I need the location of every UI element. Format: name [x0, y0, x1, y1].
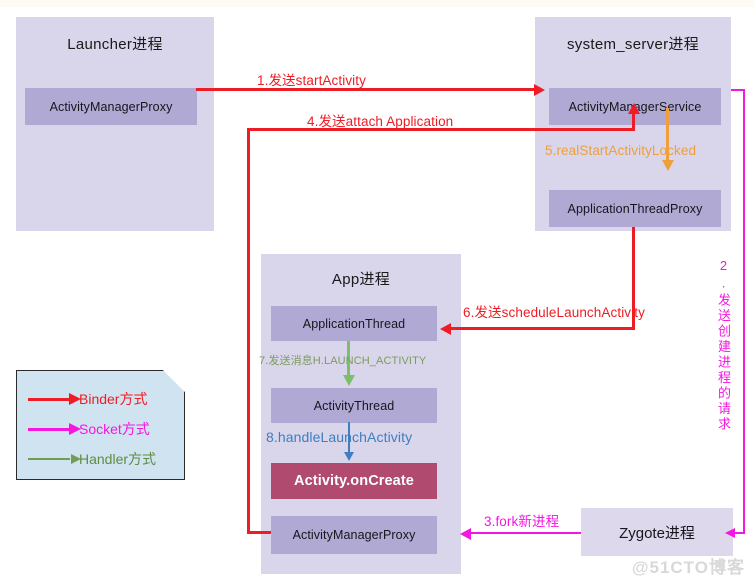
legend-item-binder: Binder方式	[28, 390, 147, 408]
application-thread[interactable]: ApplicationThread	[271, 306, 437, 341]
arrow-5-label: 5.realStartActivityLocked	[545, 143, 697, 158]
arrow-8-head-icon	[344, 452, 354, 461]
arrow-1-label: 1.发送startActivity	[257, 73, 366, 88]
process-launcher: Launcher进程 ActivityManagerProxy	[16, 17, 214, 231]
arrow-4-seg-b	[247, 128, 250, 534]
arrow-1-line	[196, 88, 536, 91]
handler-arrow-icon	[28, 454, 81, 464]
process-launcher-title: Launcher进程	[67, 36, 163, 53]
legend-label-socket: Socket方式	[79, 421, 150, 437]
process-system-server-title: system_server进程	[566, 36, 700, 53]
arrow-3-line	[470, 532, 581, 534]
app-activity-manager-proxy[interactable]: ActivityManagerProxy	[271, 516, 437, 554]
arrow-6-head-icon	[440, 322, 451, 335]
launcher-activity-manager-proxy[interactable]: ActivityManagerProxy	[25, 88, 197, 125]
application-thread-proxy[interactable]: ApplicationThreadProxy	[549, 190, 721, 227]
arrow-4-seg-d	[632, 112, 635, 131]
arrow-2-head-icon	[725, 527, 735, 538]
arrow-8-label: 8.handleLaunchActivity	[266, 429, 413, 445]
arrow-4-label: 4.发送attach Application	[307, 114, 454, 129]
legend-label-handler: Handler方式	[79, 451, 157, 467]
watermark: @51CTO博客	[631, 558, 745, 577]
activity-oncreate[interactable]: Activity.onCreate	[271, 463, 437, 499]
activity-thread[interactable]: ActivityThread	[271, 388, 437, 423]
process-zygote[interactable]: Zygote进程	[581, 508, 733, 556]
arrow-2-seg-b	[743, 89, 745, 533]
top-edge-strip	[0, 0, 755, 7]
arrow-3-head-icon	[460, 527, 471, 540]
legend-item-socket: Socket方式	[28, 420, 150, 438]
arrow-2-seg-c	[735, 532, 745, 534]
arrow-4-seg-a	[247, 531, 271, 534]
legend-item-handler: Handler方式	[28, 450, 156, 468]
arrow-1-head-icon	[534, 83, 545, 96]
arrow-3-label: 3.fork新进程	[484, 514, 560, 529]
arrow-6-label: 6.发送scheduleLaunchActivity	[463, 305, 645, 320]
binder-arrow-icon	[28, 393, 81, 405]
arrow-6-seg-b	[450, 327, 635, 330]
arrow-4-head-icon	[627, 103, 640, 114]
diagram-canvas: Launcher进程 ActivityManagerProxy system_s…	[0, 0, 755, 582]
arrow-5-head-icon	[661, 160, 674, 171]
arrow-2-label: 2.发送创建进程的请求	[716, 258, 731, 433]
legend-label-binder: Binder方式	[79, 391, 148, 407]
socket-arrow-icon	[28, 423, 81, 435]
arrow-7-label: 7.发送消息H.LAUNCH_ACTIVITY	[259, 355, 427, 367]
process-app: App进程 ApplicationThread ActivityThread A…	[261, 254, 461, 574]
arrow-7-head-icon	[342, 375, 355, 386]
legend: Binder方式 Socket方式 Handler方式	[16, 370, 185, 480]
process-app-title: App进程	[331, 271, 391, 288]
